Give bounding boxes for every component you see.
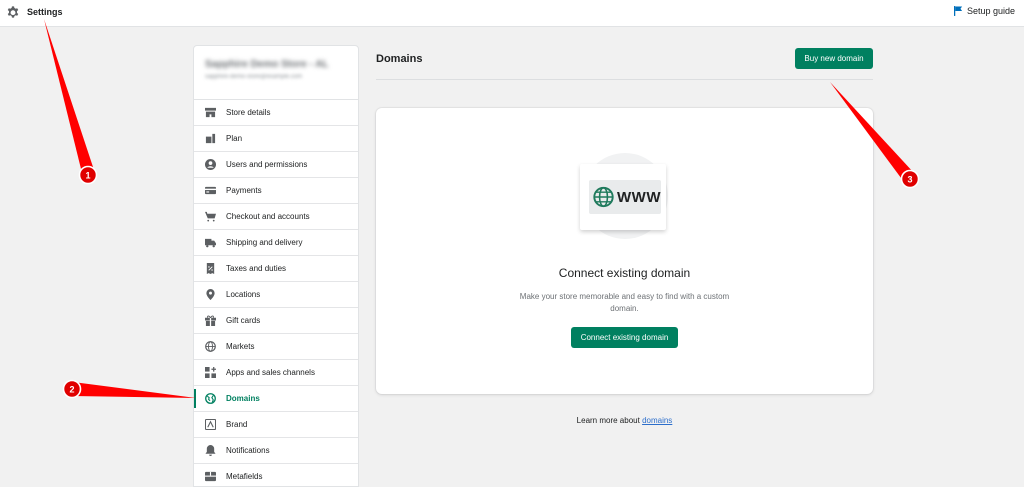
- setup-guide-link[interactable]: Setup guide: [953, 6, 1015, 16]
- sidebar-item-label: Shipping and delivery: [226, 238, 303, 247]
- settings-sidebar: Sapphire Demo Store - AL sapphire-demo-s…: [193, 45, 359, 487]
- sidebar-item-label: Notifications: [226, 446, 270, 455]
- globe-icon: [205, 341, 216, 352]
- annotation-badge-3: 3: [900, 169, 920, 189]
- sidebar-item-label: Plan: [226, 134, 243, 143]
- sidebar-item-brand[interactable]: Brand: [194, 412, 358, 438]
- annotation-label-1: 1: [85, 171, 90, 181]
- www-illustration-inner: WWW: [589, 180, 661, 214]
- sidebar-item-locations[interactable]: Locations: [194, 282, 358, 308]
- buy-new-domain-button[interactable]: Buy new domain: [795, 48, 873, 69]
- page-title: Settings: [27, 7, 63, 17]
- payments-icon: [205, 186, 216, 195]
- metafields-icon: [205, 471, 216, 482]
- gear-icon: [7, 6, 19, 18]
- user-icon: [205, 159, 216, 170]
- gift-icon: [205, 315, 216, 326]
- domains-heading: Domains: [376, 53, 423, 65]
- sidebar-item-label: Taxes and duties: [226, 264, 287, 273]
- connect-existing-domain-button[interactable]: Connect existing domain: [571, 327, 678, 348]
- location-icon: [206, 289, 215, 300]
- connect-domain-card: WWW Connect existing domain Make your st…: [376, 108, 873, 394]
- tax-icon: [206, 263, 215, 274]
- globe-icon: [593, 186, 614, 208]
- plan-icon: [205, 133, 216, 144]
- bell-icon: [205, 445, 216, 456]
- sidebar-item-gift-cards[interactable]: Gift cards: [194, 308, 358, 334]
- apps-icon: [205, 367, 216, 378]
- annotation-arrow-1: [44, 19, 94, 173]
- sidebar-item-label: Locations: [226, 290, 261, 299]
- card-title: Connect existing domain: [558, 266, 691, 280]
- sidebar-item-label: Brand: [226, 420, 248, 429]
- sidebar-item-label: Payments: [226, 186, 262, 195]
- store-icon: [205, 107, 216, 118]
- annotation-arrow-2: [73, 382, 196, 398]
- flag-icon: [953, 6, 963, 16]
- www-text: WWW: [617, 188, 661, 206]
- truck-icon: [205, 238, 216, 248]
- setup-guide-label: Setup guide: [966, 6, 1015, 16]
- sidebar-item-domains[interactable]: Domains: [194, 386, 358, 412]
- sidebar-item-label: Domains: [226, 394, 260, 403]
- store-header[interactable]: Sapphire Demo Store - AL sapphire-demo-s…: [194, 46, 358, 100]
- annotation-badge-2: 2: [62, 379, 82, 399]
- sidebar-item-label: Apps and sales channels: [226, 368, 315, 377]
- sidebar-item-shipping[interactable]: Shipping and delivery: [194, 230, 358, 256]
- brand-icon: [205, 419, 216, 430]
- store-name: Sapphire Demo Store - AL: [205, 59, 329, 70]
- learn-more-prefix: Learn more about: [576, 416, 640, 425]
- sidebar-item-users[interactable]: Users and permissions: [194, 152, 358, 178]
- sidebar-item-label: Checkout and accounts: [226, 212, 310, 221]
- domains-icon: [205, 393, 216, 404]
- store-email: sapphire-demo-store@example.com: [205, 74, 303, 80]
- top-bar: Settings Setup guide: [0, 0, 1024, 27]
- sidebar-item-label: Store details: [226, 108, 271, 117]
- sidebar-item-metafields[interactable]: Metafields: [194, 464, 358, 486]
- cart-icon: [205, 211, 216, 222]
- www-illustration: WWW: [580, 164, 666, 230]
- card-description: Make your store memorable and easy to fi…: [519, 292, 730, 313]
- annotation-label-3: 3: [907, 175, 912, 185]
- sidebar-item-store-details[interactable]: Store details: [194, 100, 358, 126]
- sidebar-item-checkout[interactable]: Checkout and accounts: [194, 204, 358, 230]
- sidebar-item-label: Gift cards: [226, 316, 261, 325]
- sidebar-item-apps[interactable]: Apps and sales channels: [194, 360, 358, 386]
- domains-help-link[interactable]: domains: [642, 416, 672, 425]
- sidebar-item-payments[interactable]: Payments: [194, 178, 358, 204]
- sidebar-item-taxes[interactable]: Taxes and duties: [194, 256, 358, 282]
- sidebar-item-label: Metafields: [226, 472, 263, 481]
- sidebar-item-label: Markets: [226, 342, 255, 351]
- annotation-badge-1: 1: [78, 165, 98, 185]
- sidebar-item-notifications[interactable]: Notifications: [194, 438, 358, 464]
- learn-more: Learn more about domains: [376, 416, 873, 425]
- sidebar-item-plan[interactable]: Plan: [194, 126, 358, 152]
- sidebar-item-markets[interactable]: Markets: [194, 334, 358, 360]
- annotation-label-2: 2: [69, 385, 74, 395]
- sidebar-item-label: Users and permissions: [226, 160, 308, 169]
- header-divider: [376, 79, 873, 80]
